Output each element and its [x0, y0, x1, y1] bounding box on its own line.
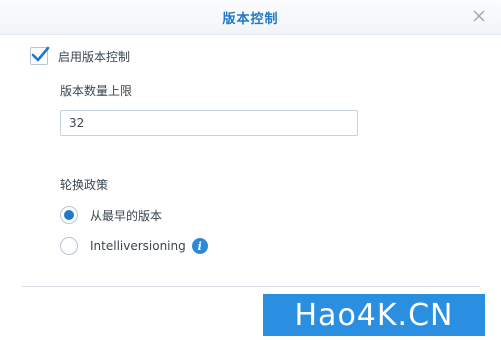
dialog-title: 版本控制 — [222, 12, 279, 27]
rotation-option-intelliversioning-label: Intelliversioning — [90, 239, 186, 253]
rotation-option-intelliversioning[interactable]: Intelliversioning i — [60, 237, 208, 255]
radio-oldest[interactable] — [60, 206, 78, 224]
radio-intelliversioning[interactable] — [60, 237, 78, 255]
checkbox-box[interactable] — [30, 46, 50, 65]
dialog-title-bar: 版本控制 — [0, 0, 501, 35]
enable-version-control-label: 启用版本控制 — [58, 49, 131, 64]
rotation-option-oldest-label: 从最早的版本 — [90, 208, 163, 223]
watermark-logo: Hao4K.CN — [263, 294, 485, 336]
footer-divider — [22, 286, 480, 287]
rotation-option-oldest[interactable]: 从最早的版本 — [60, 206, 162, 224]
enable-version-control-checkbox[interactable]: 启用版本控制 — [30, 46, 131, 65]
max-versions-label: 版本数量上限 — [60, 84, 133, 98]
close-icon[interactable] — [471, 8, 487, 24]
checkmark-icon — [31, 46, 50, 62]
info-icon[interactable]: i — [191, 238, 208, 254]
max-versions-input[interactable] — [60, 110, 358, 136]
rotation-policy-label: 轮换政策 — [60, 178, 109, 192]
version-control-dialog: 版本控制 启用版本控制 版本数量上限 轮换政策 从最早的版本 Intellive… — [0, 0, 501, 340]
